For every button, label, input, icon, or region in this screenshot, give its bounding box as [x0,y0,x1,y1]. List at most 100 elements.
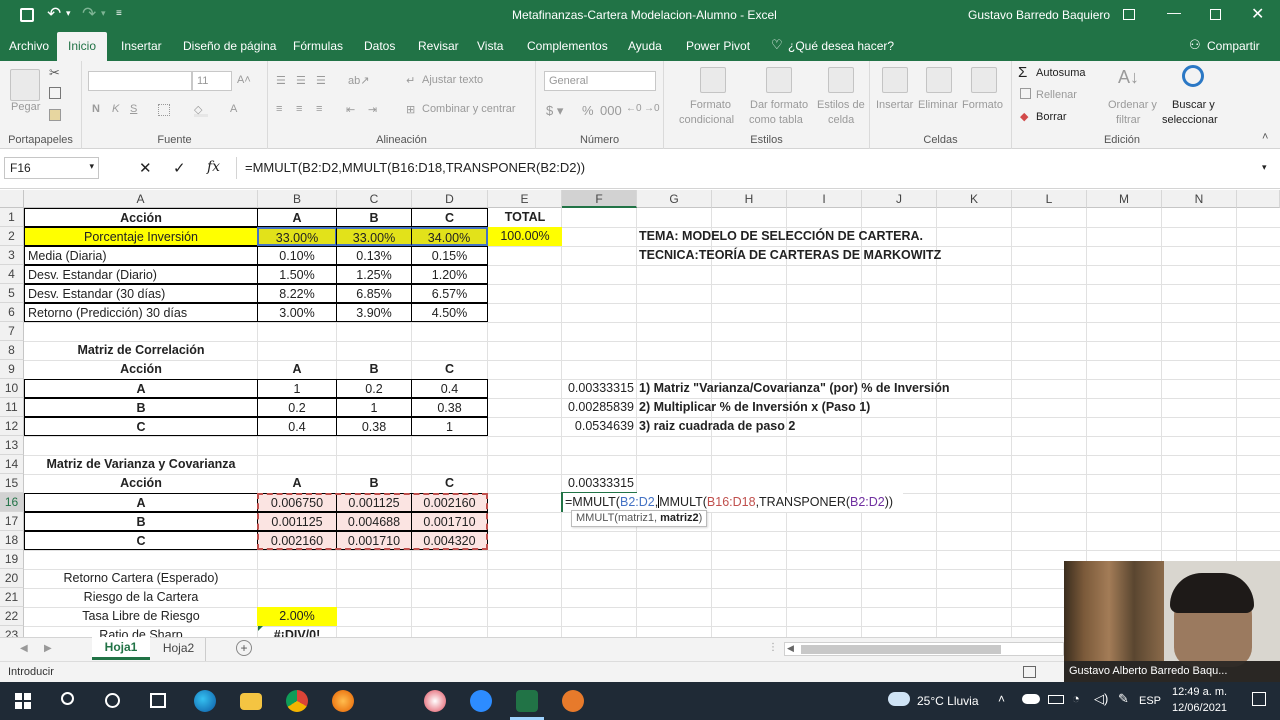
cell-d4[interactable]: 1.20% [411,265,488,284]
row-header[interactable]: 14 [0,455,24,474]
cell-b3[interactable]: 0.10% [257,246,337,265]
row-header[interactable]: 12 [0,417,24,436]
cell-e1[interactable]: TOTAL [488,208,562,227]
horizontal-scrollbar[interactable]: ◀ [784,642,1064,656]
row-header[interactable]: 10 [0,379,24,398]
row-header[interactable]: 22 [0,607,24,626]
cell-c1[interactable]: B [336,208,412,227]
cell-b10[interactable]: 1 [257,379,337,398]
orientation-icon[interactable]: ab↗ [348,74,369,87]
undo-icon[interactable]: ↶ [47,4,61,24]
clock-date[interactable]: 12/06/2021 [1172,702,1227,714]
format-cells-button[interactable]: Formato [962,99,1003,111]
autosum-button[interactable]: Autosuma [1036,67,1086,79]
sort-filter-button-l1[interactable]: Ordenar y [1108,99,1157,111]
horizontal-scrollbar-thumb[interactable] [801,645,1001,654]
cut-icon[interactable]: ✂ [49,65,60,81]
column-header-h[interactable]: H [712,190,787,208]
bold-button[interactable]: N [92,103,100,115]
column-header-n[interactable]: N [1162,190,1237,208]
cell-b23[interactable]: #¡DIV/0! [257,626,337,637]
column-header-l[interactable]: L [1012,190,1087,208]
currency-icon[interactable]: $ ▾ [546,103,563,119]
cell-g10[interactable]: 1) Matriz "Varianza/Covarianza" (por) % … [636,379,1036,398]
cell-a20[interactable]: Retorno Cartera (Esperado) [24,569,258,588]
tab-ayuda[interactable]: Ayuda [628,39,662,53]
share-button[interactable]: Compartir [1207,39,1260,53]
pen-icon[interactable]: ✎ [1118,691,1129,707]
clear-button[interactable]: Borrar [1036,111,1067,123]
folder-icon[interactable] [240,693,262,710]
cell-c18[interactable]: 0.001710 [336,531,412,550]
cell-g2[interactable]: TEMA: MODELO DE SELECCIÓN DE CARTERA. [636,227,936,246]
edge-icon[interactable] [194,690,216,712]
cell-a17[interactable]: B [24,512,258,531]
cell-b2[interactable]: 33.00% [257,227,337,246]
name-box-dropdown-icon[interactable]: ▾ [89,161,94,172]
cell-d17[interactable]: 0.001710 [411,512,488,531]
excel-taskbar-icon[interactable] [516,690,538,712]
row-header[interactable]: 3 [0,246,24,265]
cortana-icon[interactable] [105,693,120,708]
cell-d12[interactable]: 1 [411,417,488,436]
column-header-j[interactable]: J [862,190,937,208]
cell-b5[interactable]: 8.22% [257,284,337,303]
fill-color-icon[interactable]: ◇ [194,103,208,117]
tab-formulas[interactable]: Fórmulas [293,39,343,53]
tab-diseno-pagina[interactable]: Diseño de página [183,39,276,53]
cell-g3[interactable]: TECNICA:TEORÍA DE CARTERAS DE MARKOWITZ [636,246,941,265]
paint-icon[interactable] [424,690,446,712]
tab-power-pivot[interactable]: Power Pivot [686,39,750,53]
fill-icon[interactable] [1020,88,1031,99]
format-as-table-button-l1[interactable]: Dar formato [750,99,808,111]
cell-b16[interactable]: 0.006750 [257,493,337,512]
scroll-left-icon[interactable]: ◀ [787,643,794,654]
number-format-box[interactable]: General [544,71,656,91]
redo-dropdown-icon[interactable]: ▾ [101,8,106,19]
align-middle-icon[interactable]: ☰ [296,74,306,87]
column-header-m[interactable]: M [1087,190,1162,208]
tell-me-input[interactable]: ¿Qué desea hacer? [788,39,894,53]
firefox-icon[interactable] [332,690,354,712]
italic-button[interactable]: K [112,103,119,115]
cell-a11[interactable]: B [24,398,258,417]
cell-e2[interactable]: 100.00% [488,227,562,246]
expand-formula-icon[interactable]: ▾ [1262,162,1267,173]
align-top-icon[interactable]: ☰ [276,74,286,87]
save-icon[interactable] [20,8,34,22]
add-sheet-icon[interactable]: + [236,640,252,656]
cell-a4[interactable]: Desv. Estandar (Diario) [24,265,258,284]
cell-b17[interactable]: 0.001125 [257,512,337,531]
volume-icon[interactable]: ◁) [1094,691,1108,707]
cell-b15[interactable]: A [257,474,337,493]
grow-font-icon[interactable]: A˄ [237,74,251,86]
cell-a9[interactable]: Acción [24,360,258,379]
tab-vista[interactable]: Vista [477,39,503,53]
row-header[interactable]: 16 [0,493,24,512]
row-header[interactable]: 13 [0,436,24,455]
delete-cells-icon[interactable] [926,67,952,93]
cancel-entry-icon[interactable]: ✕ [139,159,152,177]
cell-styles-button-l2[interactable]: celda [828,114,854,126]
name-box[interactable]: F16 ▾ [4,157,99,179]
increase-indent-icon[interactable]: ⇥ [368,103,377,116]
notifications-icon[interactable] [1252,692,1266,706]
cell-b12[interactable]: 0.4 [257,417,337,436]
column-header-o[interactable] [1237,190,1280,208]
battery-icon[interactable] [1048,695,1064,704]
scroll-sheets-left-icon[interactable]: ◀ [20,643,28,654]
normal-view-icon[interactable] [1023,666,1036,678]
cell-f12[interactable]: 0.0534639 [561,417,637,436]
row-header[interactable]: 4 [0,265,24,284]
sheet-tab-hoja1[interactable]: Hoja1 [92,637,150,660]
increase-decimal-icon[interactable]: ←0 [626,103,642,114]
language-indicator[interactable]: ESP [1139,695,1161,707]
tab-archivo[interactable]: Archivo [9,39,49,53]
cell-d5[interactable]: 6.57% [411,284,488,303]
tooltip-function[interactable]: MMULT(matriz1, [576,512,660,524]
ribbon-display-icon[interactable] [1123,9,1135,20]
cell-b6[interactable]: 3.00% [257,303,337,322]
row-header[interactable]: 20 [0,569,24,588]
cell-c12[interactable]: 0.38 [336,417,412,436]
column-header-k[interactable]: K [937,190,1012,208]
